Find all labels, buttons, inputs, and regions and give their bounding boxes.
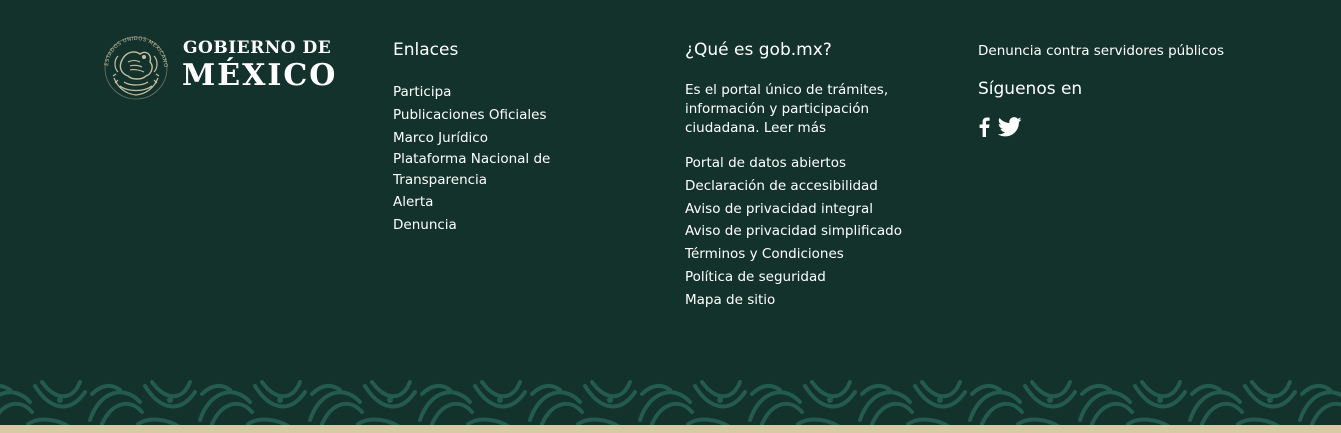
gob-mx-description: Es el portal único de trámites, informac… <box>685 81 925 138</box>
link-mapa-sitio[interactable]: Mapa de sitio <box>685 289 945 312</box>
enlaces-list: Participa Publicaciones Oficiales Marco … <box>393 81 643 237</box>
pattern-tile <box>0 380 87 425</box>
gob-desc-line: información y participación <box>685 101 870 117</box>
footer-bottom-strip <box>0 425 1341 433</box>
enlaces-column: Enlaces Participa Publicaciones Oficiale… <box>393 38 643 237</box>
gob-desc-line-leer-mas[interactable]: ciudadana. Leer más <box>685 119 925 138</box>
link-politica-seguridad[interactable]: Política de seguridad <box>685 266 945 289</box>
pattern-tile <box>418 380 527 425</box>
pattern-tile <box>968 380 1077 425</box>
pattern-tile <box>88 380 197 425</box>
gob-desc-line: Es el portal único de trámites, <box>685 82 889 98</box>
pattern-tile <box>1188 380 1297 425</box>
link-aviso-privacidad-simplificado[interactable]: Aviso de privacidad simplificado <box>685 220 945 243</box>
logo-line-1: GOBIERNO DE <box>183 38 332 58</box>
link-plataforma-nacional-line-1[interactable]: Plataforma Nacional de <box>393 149 643 170</box>
link-marco-juridico[interactable]: Marco Jurídico <box>393 127 643 150</box>
link-plataforma-nacional-line-2[interactable]: Transparencia <box>393 170 643 191</box>
pattern-tile <box>638 380 747 425</box>
logo-line-2: MÉXICO <box>182 58 338 93</box>
gobierno-de-mexico-logo[interactable]: ESTADOS UNIDOS MEXICANOS GOBIERNO DE MÉX… <box>100 30 340 100</box>
pattern-tile <box>528 380 637 425</box>
pattern-svg <box>0 380 1341 425</box>
link-participa[interactable]: Participa <box>393 81 643 104</box>
svg-text:ESTADOS UNIDOS MEXICANOS: ESTADOS UNIDOS MEXICANOS <box>100 30 168 68</box>
gob-mx-heading: ¿Qué es gob.mx? <box>685 40 832 60</box>
link-portal-datos-abiertos[interactable]: Portal de datos abiertos <box>685 152 945 175</box>
pattern-tile <box>198 380 307 425</box>
mexico-seal-icon: ESTADOS UNIDOS MEXICANOS <box>100 30 168 100</box>
site-footer: ESTADOS UNIDOS MEXICANOS GOBIERNO DE MÉX… <box>0 0 1341 433</box>
social-icons <box>978 117 1308 141</box>
link-denuncia-servidores[interactable]: Denuncia contra servidores públicos <box>978 40 1308 62</box>
seal-text: ESTADOS UNIDOS MEXICANOS <box>100 30 168 68</box>
pattern-tile <box>1078 380 1187 425</box>
gob-mx-links: Portal de datos abiertos Declaración de … <box>685 152 945 312</box>
social-column: Denuncia contra servidores públicos Sígu… <box>978 38 1308 141</box>
link-denuncia[interactable]: Denuncia <box>393 214 643 237</box>
pattern-tile <box>858 380 967 425</box>
link-terminos-condiciones[interactable]: Términos y Condiciones <box>685 243 945 266</box>
enlaces-heading: Enlaces <box>393 40 459 60</box>
pattern-tile <box>748 380 857 425</box>
facebook-icon[interactable] <box>978 117 990 141</box>
link-alerta[interactable]: Alerta <box>393 191 643 214</box>
link-declaracion-accesibilidad[interactable]: Declaración de accesibilidad <box>685 175 945 198</box>
pattern-tile <box>1298 383 1341 425</box>
pattern-tile <box>308 380 417 425</box>
twitter-icon[interactable] <box>997 117 1022 141</box>
link-aviso-privacidad-integral[interactable]: Aviso de privacidad integral <box>685 198 945 221</box>
siguenos-heading: Síguenos en <box>978 79 1083 99</box>
gob-mx-column: ¿Qué es gob.mx? Es el portal único de tr… <box>685 38 945 312</box>
link-publicaciones-oficiales[interactable]: Publicaciones Oficiales <box>393 104 643 127</box>
decorative-pattern <box>0 380 1341 425</box>
